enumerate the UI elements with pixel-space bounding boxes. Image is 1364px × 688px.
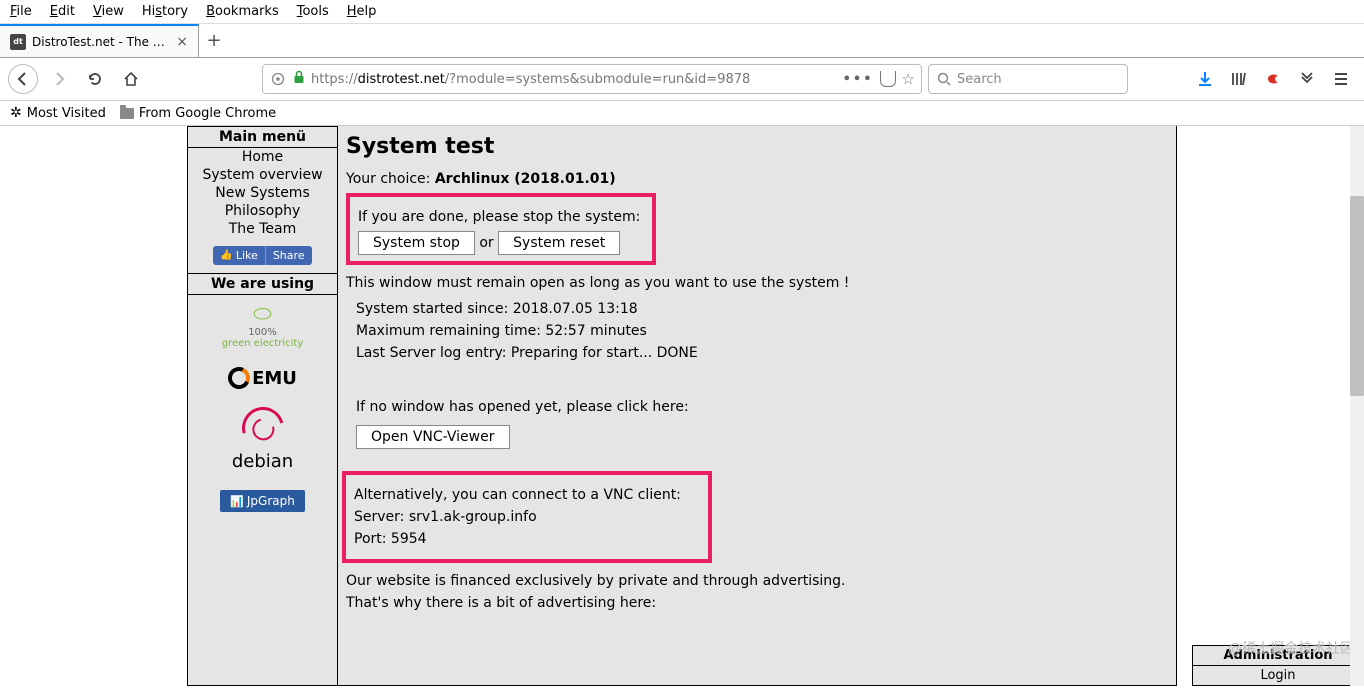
no-window-text: If no window has opened yet, please clic… xyxy=(356,399,1166,415)
url-bar[interactable]: https://distrotest.net/?module=systems&s… xyxy=(262,64,922,94)
main-content: System test Your choice: Archlinux (2018… xyxy=(338,126,1176,685)
debian-swirl-icon xyxy=(234,400,291,457)
sponsor-jpgraph[interactable]: JpGraph xyxy=(220,490,305,512)
menu-file[interactable]: File xyxy=(10,4,32,19)
open-vnc-button[interactable]: Open VNC-Viewer xyxy=(356,425,510,449)
sidebar-item-new[interactable]: New Systems xyxy=(188,184,337,202)
server-text: Server: srv1.ak-group.info xyxy=(354,509,700,525)
forward-button[interactable] xyxy=(44,64,74,94)
search-bar[interactable]: Search xyxy=(928,64,1128,94)
site-frame: Main menü Home System overview New Syste… xyxy=(187,126,1177,686)
reload-button[interactable] xyxy=(80,64,110,94)
browser-tab[interactable]: dt DistroTest.net - The first online ope… xyxy=(0,24,199,57)
bookmark-from-chrome[interactable]: From Google Chrome xyxy=(120,106,276,121)
fb-share-button[interactable]: Share xyxy=(265,246,312,265)
browser-menubar: File Edit View History Bookmarks Tools H… xyxy=(0,0,1364,24)
menu-help[interactable]: Help xyxy=(347,4,377,19)
sponsor-green-electricity[interactable]: ⬭ 100% green electricity xyxy=(222,303,304,349)
pocket-icon[interactable] xyxy=(880,71,896,87)
home-button[interactable] xyxy=(116,64,146,94)
choice-line: Your choice: Archlinux (2018.01.01) xyxy=(346,171,1166,187)
sponsor-debian[interactable]: debian xyxy=(232,407,293,472)
toolbar-right xyxy=(1196,70,1356,88)
alt-connect-text: Alternatively, you can connect to a VNC … xyxy=(354,487,700,503)
bookmarks-bar: ✲ Most Visited From Google Chrome xyxy=(0,101,1364,126)
page-title: System test xyxy=(346,134,1166,159)
sidebar-item-philosophy[interactable]: Philosophy xyxy=(188,202,337,220)
tab-title: DistroTest.net - The first online operat… xyxy=(32,35,170,49)
sidebar-heading-menu: Main menü xyxy=(188,126,337,148)
remaining-text: Maximum remaining time: 52:57 minutes xyxy=(356,323,1166,339)
menu-bookmarks[interactable]: Bookmarks xyxy=(206,4,279,19)
sidebar-item-home[interactable]: Home xyxy=(188,148,337,166)
fb-like-button[interactable]: Like xyxy=(213,246,264,265)
page-actions-icon[interactable]: ••• xyxy=(843,72,874,87)
page-content: Main menü Home System overview New Syste… xyxy=(0,126,1364,686)
menu-tools[interactable]: Tools xyxy=(297,4,329,19)
keep-open-text: This window must remain open as long as … xyxy=(346,275,1166,291)
highlight-stop-section: If you are done, please stop the system:… xyxy=(346,193,656,265)
vertical-scrollbar[interactable] xyxy=(1350,126,1364,686)
hamburger-menu-icon[interactable] xyxy=(1332,70,1350,88)
sidebar: Main menü Home System overview New Syste… xyxy=(188,126,338,685)
back-button[interactable] xyxy=(8,64,38,94)
tab-favicon: dt xyxy=(10,34,26,50)
done-text: If you are done, please stop the system: xyxy=(358,209,644,225)
sidebar-menu: Home System overview New Systems Philoso… xyxy=(188,148,337,238)
library-icon[interactable] xyxy=(1230,70,1248,88)
gear-icon: ✲ xyxy=(10,105,22,121)
tab-close-icon[interactable]: × xyxy=(176,34,188,50)
menu-view[interactable]: View xyxy=(93,4,124,19)
facebook-widget[interactable]: Like Share xyxy=(213,246,311,265)
bookmark-star-icon[interactable]: ☆ xyxy=(902,70,915,88)
extension-icon[interactable] xyxy=(1264,70,1282,88)
system-reset-button[interactable]: System reset xyxy=(498,231,620,255)
folder-icon xyxy=(120,108,134,119)
lastlog-text: Last Server log entry: Preparing for sta… xyxy=(356,345,1166,361)
sidebar-item-overview[interactable]: System overview xyxy=(188,166,337,184)
leaf-icon: ⬭ xyxy=(222,303,304,327)
menu-history[interactable]: History xyxy=(142,4,188,19)
menu-edit[interactable]: Edit xyxy=(50,4,75,19)
scrollbar-thumb[interactable] xyxy=(1350,196,1364,396)
system-stop-button[interactable]: System stop xyxy=(358,231,475,255)
search-icon xyxy=(937,72,951,86)
qemu-icon xyxy=(225,364,253,392)
finance-text-1: Our website is financed exclusively by p… xyxy=(346,573,1166,589)
new-tab-button[interactable]: + xyxy=(199,30,229,51)
or-text: or xyxy=(479,235,498,251)
sponsor-logos: ⬭ 100% green electricity EMU debian JpGr… xyxy=(188,295,337,520)
browser-toolbar: https://distrotest.net/?module=systems&s… xyxy=(0,58,1364,101)
sidebar-heading-using: We are using xyxy=(188,273,337,295)
downloads-icon[interactable] xyxy=(1196,70,1214,88)
started-text: System started since: 2018.07.05 13:18 xyxy=(356,301,1166,317)
finance-text-2: That's why there is a bit of advertising… xyxy=(346,595,1166,611)
url-text: https://distrotest.net/?module=systems&s… xyxy=(311,72,837,87)
admin-box: Administration Login xyxy=(1192,645,1364,686)
tab-strip: dt DistroTest.net - The first online ope… xyxy=(0,24,1364,58)
admin-heading: Administration xyxy=(1193,646,1363,666)
lock-icon[interactable] xyxy=(293,70,305,88)
highlight-vnc-section: Alternatively, you can connect to a VNC … xyxy=(342,471,712,563)
overflow-icon[interactable] xyxy=(1298,70,1316,88)
sidebar-item-team[interactable]: The Team xyxy=(188,220,337,238)
bookmark-most-visited[interactable]: ✲ Most Visited xyxy=(10,105,106,121)
port-text: Port: 5954 xyxy=(354,531,700,547)
admin-login-link[interactable]: Login xyxy=(1193,666,1363,685)
sponsor-qemu[interactable]: EMU xyxy=(228,367,297,389)
tracking-shield-icon[interactable] xyxy=(269,70,287,88)
search-placeholder: Search xyxy=(957,72,1002,87)
